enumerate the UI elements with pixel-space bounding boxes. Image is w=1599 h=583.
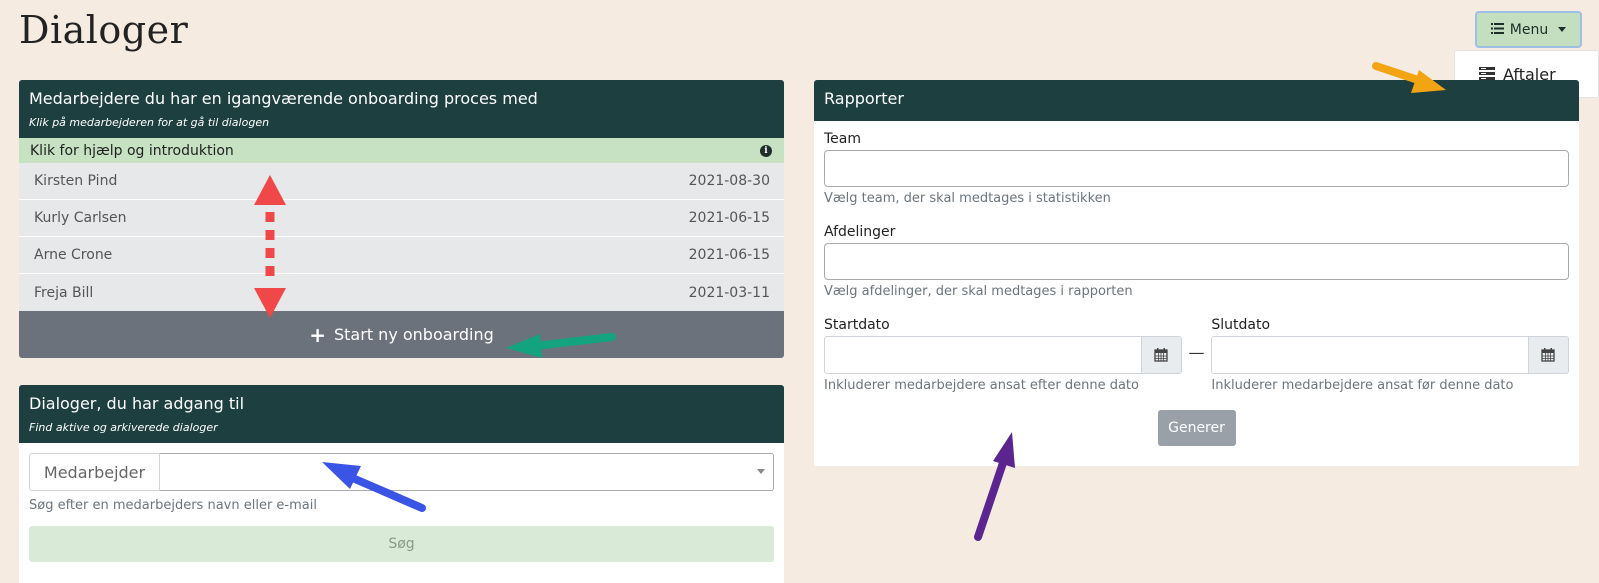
employee-date: 2021-08-30 bbox=[688, 173, 770, 189]
plus-icon: + bbox=[309, 322, 326, 347]
start-date-label: Startdato bbox=[824, 317, 890, 333]
team-hint: Vælg team, der skal medtages i statistik… bbox=[824, 191, 1111, 206]
team-label: Team bbox=[824, 131, 862, 147]
date-range: Startdato Inkluderer medarbejdere ansat … bbox=[824, 317, 1569, 393]
calendar-icon[interactable] bbox=[1141, 336, 1182, 374]
end-date-group bbox=[1211, 336, 1569, 374]
start-date-input[interactable] bbox=[824, 336, 1142, 374]
employee-date: 2021-06-15 bbox=[688, 247, 770, 263]
search-addon-label: Medarbejder bbox=[29, 453, 160, 491]
dialogs-card: Dialoger, du har adgang til Find aktive … bbox=[19, 385, 784, 583]
info-icon: i bbox=[760, 144, 772, 157]
dialogs-body: Medarbejder Søg efter en medarbejders na… bbox=[19, 443, 784, 583]
reports-header: Rapporter bbox=[814, 80, 1579, 121]
generate-button[interactable]: Generer bbox=[1157, 410, 1236, 446]
employee-name: Kirsten Pind bbox=[34, 173, 118, 189]
start-date-field: Startdato Inkluderer medarbejdere ansat … bbox=[824, 317, 1182, 393]
help-row[interactable]: Klik for hjælp og introduktion i bbox=[19, 138, 784, 163]
reports-card: Rapporter Team Vælg team, der skal medta… bbox=[814, 80, 1579, 466]
onboarding-header: Medarbejdere du har en igangværende onbo… bbox=[19, 80, 784, 138]
employee-date: 2021-06-15 bbox=[688, 210, 770, 226]
departments-hint: Vælg afdelinger, der skal medtages i rap… bbox=[824, 284, 1133, 299]
dialogs-subtitle: Find aktive og arkiverede dialoger bbox=[29, 421, 218, 434]
search-button[interactable]: Søg bbox=[29, 526, 774, 562]
onboarding-subtitle: Klik på medarbejderen for at gå til dial… bbox=[29, 116, 270, 129]
dialogs-header: Dialoger, du har adgang til Find aktive … bbox=[19, 385, 784, 443]
date-separator: — bbox=[1188, 343, 1205, 362]
help-label: Klik for hjælp og introduktion bbox=[30, 142, 234, 159]
menu-button[interactable]: Menu bbox=[1475, 11, 1582, 48]
start-onboarding-button[interactable]: + Start ny onboarding bbox=[19, 311, 784, 358]
employee-name: Arne Crone bbox=[34, 247, 113, 263]
employee-name: Freja Bill bbox=[34, 284, 94, 301]
employee-search-group: Medarbejder bbox=[29, 453, 774, 491]
departments-field: Afdelinger Vælg afdelinger, der skal med… bbox=[824, 224, 1569, 299]
start-onboarding-label: Start ny onboarding bbox=[334, 325, 494, 344]
caret-down-icon bbox=[1558, 27, 1567, 32]
table-row[interactable]: Kirsten Pind 2021-08-30 bbox=[19, 163, 784, 200]
search-hint: Søg efter en medarbejders navn eller e-m… bbox=[29, 498, 317, 513]
page-title: Dialoger bbox=[19, 8, 189, 52]
list-icon bbox=[1490, 22, 1504, 38]
team-field: Team Vælg team, der skal medtages i stat… bbox=[824, 131, 1569, 206]
end-date-hint: Inkluderer medarbejdere ansat før denne … bbox=[1211, 378, 1514, 393]
start-date-hint: Inkluderer medarbejdere ansat efter denn… bbox=[824, 378, 1139, 393]
dialogs-title: Dialoger, du har adgang til bbox=[29, 394, 245, 413]
onboarding-title: Medarbejdere du har en igangværende onbo… bbox=[29, 89, 538, 108]
reports-body: Team Vælg team, der skal medtages i stat… bbox=[814, 121, 1579, 466]
employee-date: 2021-03-11 bbox=[688, 284, 770, 301]
end-date-label: Slutdato bbox=[1211, 317, 1271, 333]
employee-select[interactable] bbox=[160, 453, 774, 491]
departments-label: Afdelinger bbox=[824, 224, 896, 240]
end-date-input[interactable] bbox=[1211, 336, 1529, 374]
table-row[interactable]: Freja Bill 2021-03-11 bbox=[19, 274, 784, 311]
end-date-field: Slutdato Inkluderer medarbejdere ansat f… bbox=[1211, 317, 1569, 393]
table-row[interactable]: Arne Crone 2021-06-15 bbox=[19, 237, 784, 274]
onboarding-card: Medarbejdere du har en igangværende onbo… bbox=[19, 80, 784, 358]
table-row[interactable]: Kurly Carlsen 2021-06-15 bbox=[19, 200, 784, 237]
caret-down-icon bbox=[757, 469, 765, 474]
team-input[interactable] bbox=[824, 150, 1569, 187]
employee-name: Kurly Carlsen bbox=[34, 210, 127, 226]
start-date-group bbox=[824, 336, 1182, 374]
menu-button-label: Menu bbox=[1509, 21, 1549, 38]
departments-input[interactable] bbox=[824, 243, 1569, 280]
reports-title: Rapporter bbox=[824, 89, 904, 108]
calendar-icon[interactable] bbox=[1528, 336, 1569, 374]
